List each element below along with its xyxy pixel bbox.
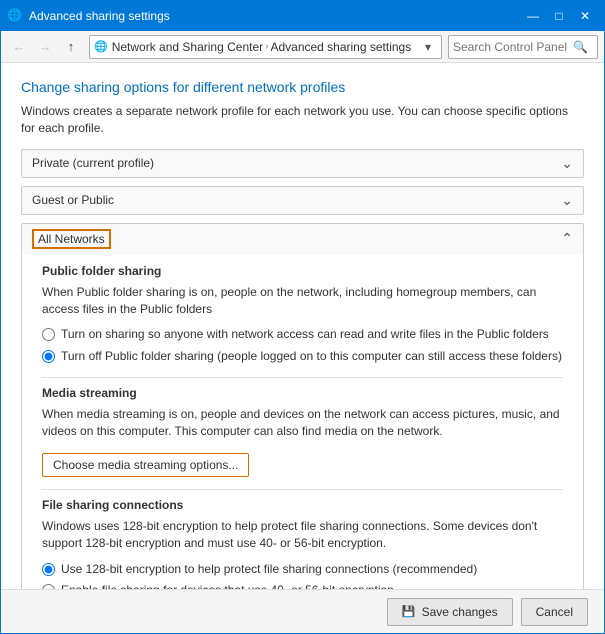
section-all-networks-label: All Networks xyxy=(32,229,111,249)
media-streaming-link[interactable]: Choose media streaming options... xyxy=(42,453,249,477)
window-icon: 🌐 xyxy=(7,8,23,24)
page-description: Windows creates a separate network profi… xyxy=(21,103,584,137)
section-all-networks-chevron: ⌃ xyxy=(561,230,573,247)
cancel-button[interactable]: Cancel xyxy=(521,598,588,626)
radio-pf-off-label: Turn off Public folder sharing (people l… xyxy=(61,348,562,365)
save-icon: 💾 xyxy=(402,605,416,618)
toolbar: ← → ↑ 🌐 Network and Sharing Center › Adv… xyxy=(1,31,604,63)
radio-pf-on[interactable]: Turn on sharing so anyone with network a… xyxy=(42,326,563,343)
search-box[interactable]: 🔍 xyxy=(448,35,598,59)
footer: 💾 Save changes Cancel xyxy=(1,589,604,633)
radio-pf-off-input[interactable] xyxy=(42,350,55,363)
radio-pf-on-input[interactable] xyxy=(42,328,55,341)
radio-enc-128[interactable]: Use 128-bit encryption to help protect f… xyxy=(42,561,563,578)
page-title: Change sharing options for different net… xyxy=(21,79,584,95)
file-sharing-radio-group: Use 128-bit encryption to help protect f… xyxy=(42,561,563,589)
radio-pf-off[interactable]: Turn off Public folder sharing (people l… xyxy=(42,348,563,365)
subsection-public-folder-title: Public folder sharing xyxy=(42,264,563,278)
title-bar-controls: — □ ✕ xyxy=(520,5,598,27)
address-bar[interactable]: 🌐 Network and Sharing Center › Advanced … xyxy=(89,35,442,59)
address-icon: 🌐 xyxy=(94,40,108,53)
forward-button[interactable]: → xyxy=(33,35,57,59)
divider-1 xyxy=(42,377,563,378)
title-bar: 🌐 Advanced sharing settings — □ ✕ xyxy=(1,1,604,31)
divider-2 xyxy=(42,489,563,490)
section-guest[interactable]: Guest or Public ⌄ xyxy=(21,186,584,215)
section-guest-chevron: ⌄ xyxy=(561,192,573,209)
section-private[interactable]: Private (current profile) ⌄ xyxy=(21,149,584,178)
public-folder-radio-group: Turn on sharing so anyone with network a… xyxy=(42,326,563,365)
address-path: Network and Sharing Center › Advanced sh… xyxy=(112,40,419,54)
save-button-label: Save changes xyxy=(422,605,498,619)
subsection-media-desc: When media streaming is on, people and d… xyxy=(42,406,563,441)
radio-enc-128-label: Use 128-bit encryption to help protect f… xyxy=(61,561,477,578)
section-all-networks-body: Public folder sharing When Public folder… xyxy=(21,254,584,589)
search-input[interactable] xyxy=(453,40,573,54)
address-dropdown-button[interactable]: ▾ xyxy=(419,40,437,54)
section-all-networks[interactable]: All Networks ⌃ xyxy=(21,223,584,254)
content-area: Change sharing options for different net… xyxy=(1,63,604,589)
radio-pf-on-label: Turn on sharing so anyone with network a… xyxy=(61,326,549,343)
subsection-file-sharing-title: File sharing connections xyxy=(42,498,563,512)
address-part-1: Network and Sharing Center xyxy=(112,40,263,54)
minimize-button[interactable]: — xyxy=(520,5,546,27)
section-private-label: Private (current profile) xyxy=(32,156,154,170)
section-guest-label: Guest or Public xyxy=(32,193,114,207)
radio-enc-40[interactable]: Enable file sharing for devices that use… xyxy=(42,582,563,589)
maximize-button[interactable]: □ xyxy=(546,5,572,27)
main-window: 🌐 Advanced sharing settings — □ ✕ ← → ↑ … xyxy=(0,0,605,634)
subsection-file-sharing-desc: Windows uses 128-bit encryption to help … xyxy=(42,518,563,553)
address-separator: › xyxy=(265,41,268,52)
radio-enc-128-input[interactable] xyxy=(42,563,55,576)
save-button[interactable]: 💾 Save changes xyxy=(387,598,513,626)
search-icon: 🔍 xyxy=(573,40,588,54)
section-private-chevron: ⌄ xyxy=(561,155,573,172)
window-title: Advanced sharing settings xyxy=(29,9,520,23)
up-button[interactable]: ↑ xyxy=(59,35,83,59)
address-part-2: Advanced sharing settings xyxy=(270,40,411,54)
radio-enc-40-label: Enable file sharing for devices that use… xyxy=(61,582,394,589)
subsection-media-title: Media streaming xyxy=(42,386,563,400)
subsection-public-folder-desc: When Public folder sharing is on, people… xyxy=(42,284,563,319)
close-button[interactable]: ✕ xyxy=(572,5,598,27)
back-button[interactable]: ← xyxy=(7,35,31,59)
